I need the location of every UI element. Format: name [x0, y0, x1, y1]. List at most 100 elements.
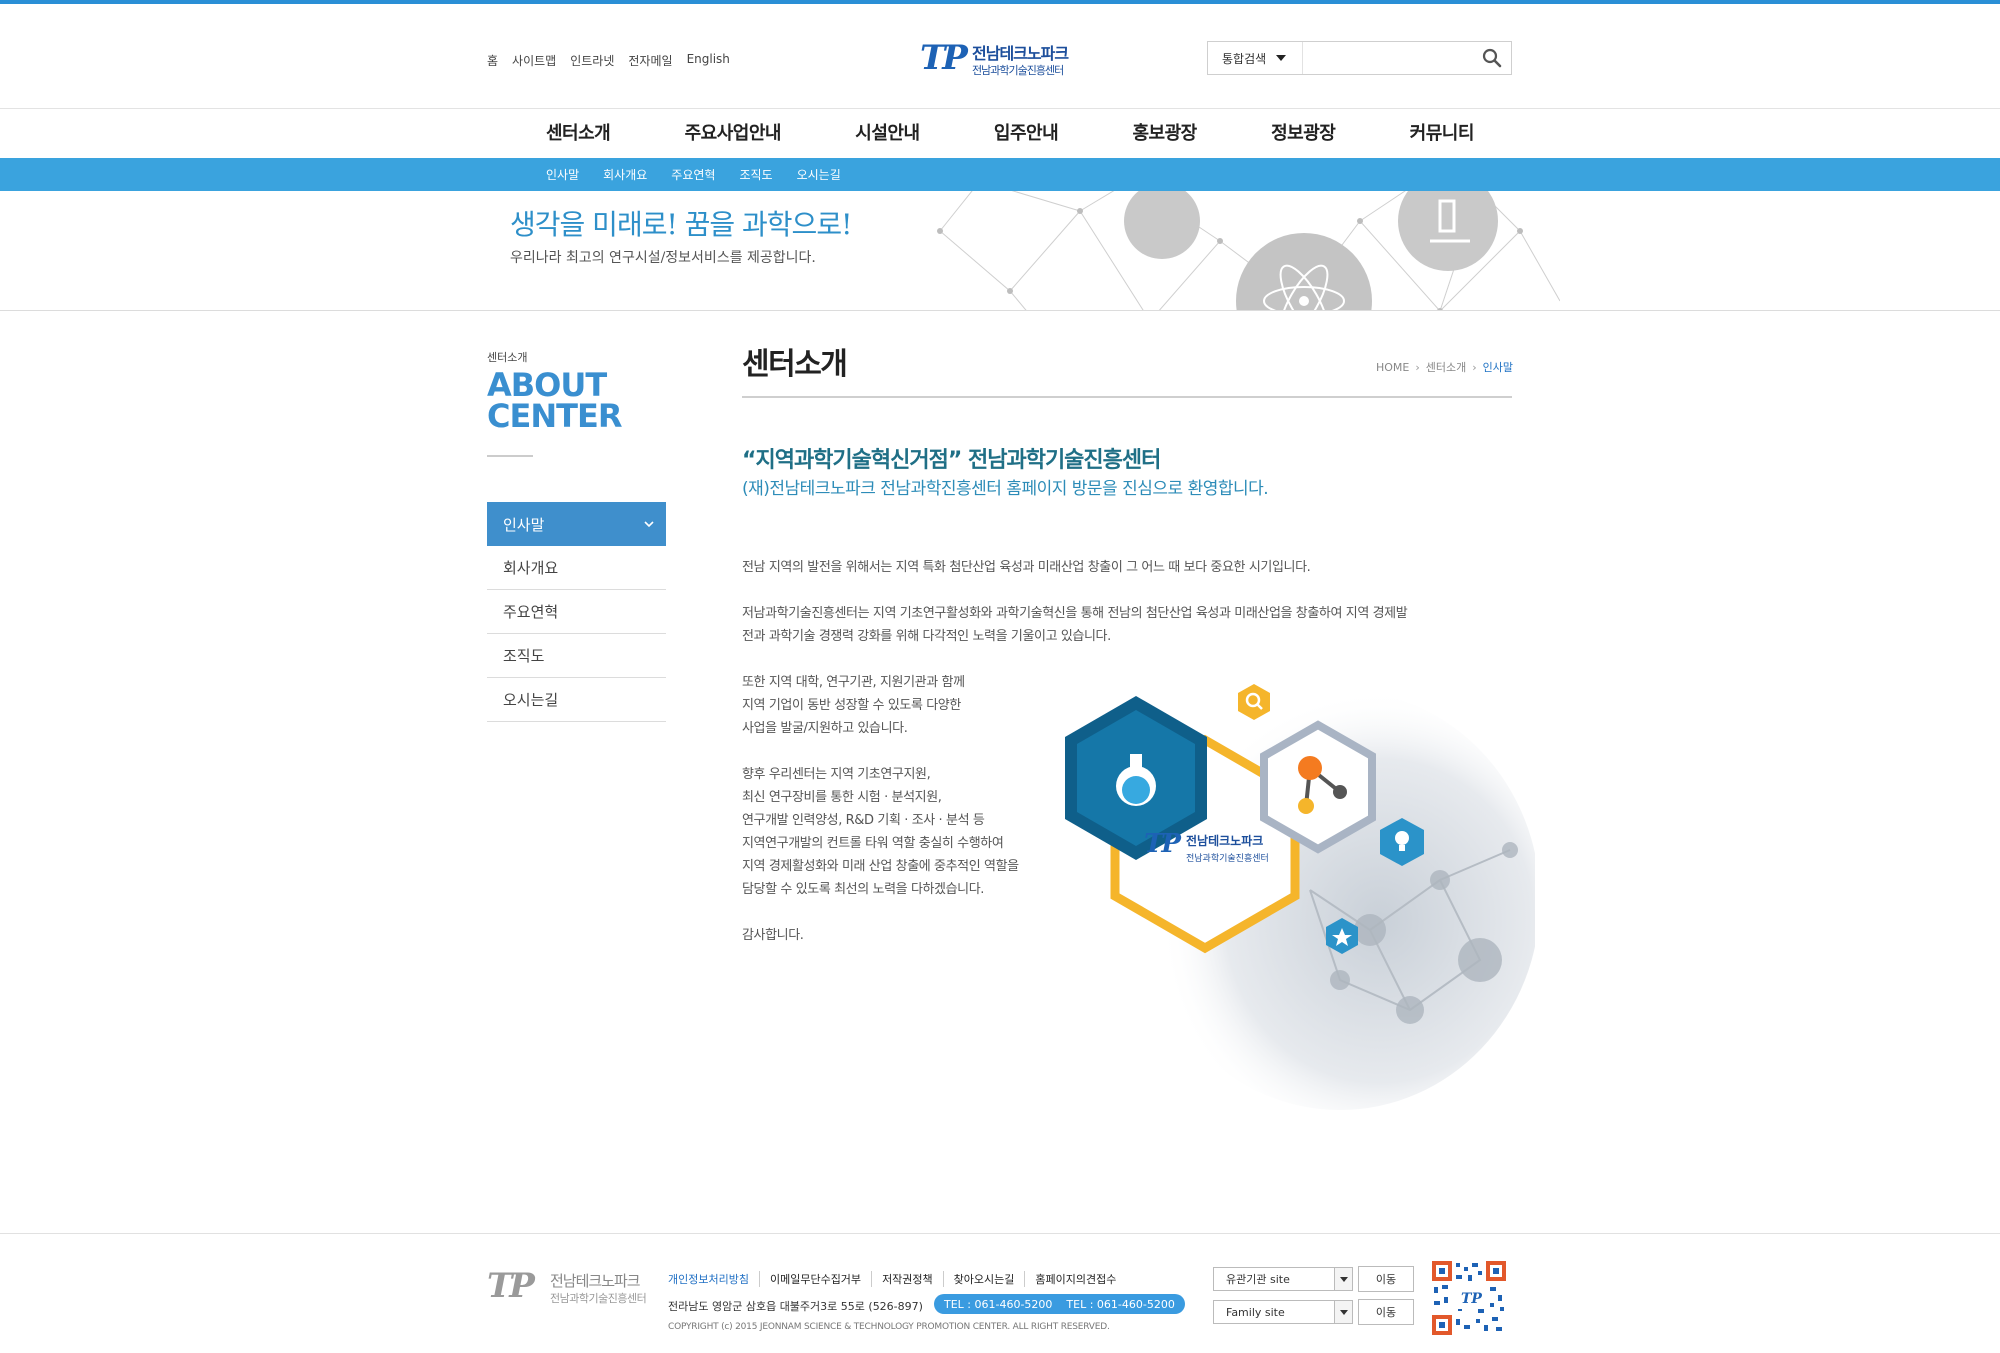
sidebar-item-label: 조직도	[503, 647, 545, 665]
footer-link-privacy[interactable]: 개인정보처리방침	[668, 1271, 759, 1287]
footer-tel-badge: TEL : 061-460-5200 TEL : 061-460-5200	[934, 1294, 1185, 1314]
sidebar-caption: 센터소개	[487, 351, 528, 364]
sidebar-divider	[487, 455, 533, 457]
sidebar-menu: 인사말 회사개요 주요연혁 조직도 오시는길	[487, 502, 666, 722]
footer-address: 전라남도 영암군 삼호읍 대불주거3로 55로 (526-897)	[668, 1300, 923, 1313]
gnb-item-info[interactable]: 정보광장	[1245, 119, 1361, 145]
site-logo[interactable]: TP 전남테크노파크 전남과학기술진흥센터	[920, 38, 1080, 78]
breadcrumb: HOME › 센터소개 › 인사말	[1376, 359, 1513, 375]
gnb-item-community[interactable]: 커뮤니티	[1384, 119, 1500, 145]
sidebar-item-history[interactable]: 주요연혁	[487, 590, 666, 634]
sidebar-title-line2: CENTER	[487, 397, 622, 435]
related-site-select-label: 유관기관 site	[1226, 1273, 1290, 1286]
sidebar-item-label: 주요연혁	[503, 603, 559, 621]
caret-down-icon	[1334, 1268, 1352, 1290]
paragraph-line: 저남과학기술진흥센터는 지역 기초연구활성화와 과학기술혁신을 통해 전남의 첨…	[742, 606, 1408, 621]
gnb-item-business[interactable]: 주요사업안내	[659, 119, 807, 145]
util-email-link[interactable]: 전자메일	[628, 52, 672, 69]
greeting-paragraph: 또한 지역 대학, 연구기관, 지원기관과 함께 지역 기업이 동반 성장할 수…	[742, 671, 1042, 740]
logo-mark: TP	[920, 38, 968, 78]
utility-links: 홈 사이트맵 인트라넷 전자메일 English	[487, 52, 730, 69]
breadcrumb-home[interactable]: HOME	[1376, 361, 1409, 374]
chevron-right-icon: ›	[1472, 360, 1477, 374]
illus-logo-subname: 전남과학기술진흥센터	[1186, 852, 1269, 864]
caret-down-icon	[1276, 55, 1287, 61]
illus-logo-name: 전남테크노파크	[1186, 833, 1263, 848]
illus-logo-mark: TP	[1144, 829, 1182, 859]
svg-text:TP: TP	[1461, 1291, 1482, 1307]
gnb-item-center[interactable]: 센터소개	[520, 119, 636, 145]
breadcrumb-current: 인사말	[1482, 361, 1514, 374]
family-site-select[interactable]: Family site	[1213, 1300, 1353, 1324]
paragraph-line: 감사합니다.	[742, 928, 804, 943]
caret-down-icon	[1334, 1301, 1352, 1323]
footer-copyright: COPYRIGHT (c) 2015 JEONNAM SCIENCE & TEC…	[668, 1322, 1110, 1332]
family-site-select-label: Family site	[1226, 1305, 1285, 1319]
related-site-select[interactable]: 유관기관 site	[1213, 1267, 1353, 1291]
util-english-link[interactable]: English	[687, 52, 730, 69]
footer-logo: TP 전남테크노파크 전남과학기술진흥센터	[487, 1266, 657, 1310]
breadcrumb-section[interactable]: 센터소개	[1426, 359, 1466, 375]
greeting-headline: “지역과학기술혁신거점” 전남과학기술진흥센터	[742, 448, 1161, 473]
visual-subtitle: 우리나라 최고의 연구시설/정보서비스를 제공합니다.	[510, 250, 816, 266]
footer-links: 개인정보처리방침 이메일무단수집거부 저작권정책 찾아오시는길 홈페이지의견접수	[668, 1271, 1126, 1287]
greeting-closing: 감사합니다.	[742, 924, 1042, 947]
top-accent-line	[0, 0, 2000, 4]
footer-logo-name: 전남테크노파크	[550, 1272, 641, 1290]
util-sitemap-link[interactable]: 사이트맵	[512, 52, 556, 69]
util-intranet-link[interactable]: 인트라넷	[570, 52, 614, 69]
sidebar-title: ABOUT CENTER	[487, 369, 622, 435]
lnb-item-directions[interactable]: 오시는길	[797, 166, 841, 183]
search-input[interactable]	[1302, 42, 1474, 74]
hexagon-science-illustration: TP 전남테크노파크 전남과학기술진흥센터	[1065, 684, 1535, 1110]
footer-link-feedback[interactable]: 홈페이지의견접수	[1024, 1271, 1126, 1287]
sidebar-item-organization[interactable]: 조직도	[487, 634, 666, 678]
footer-tel-1: TEL : 061-460-5200	[944, 1297, 1053, 1311]
gnb-item-facility[interactable]: 시설안내	[829, 119, 945, 145]
paragraph-line: 또한 지역 대학, 연구기관, 지원기관과 함께	[742, 675, 965, 690]
logo-name: 전남테크노파크	[972, 44, 1069, 63]
site-footer: TP 전남테크노파크 전남과학기술진흥센터 개인정보처리방침 이메일무단수집거부…	[0, 1233, 2000, 1353]
footer-link-directions[interactable]: 찾아오시는길	[942, 1271, 1025, 1287]
footer-link-email-refusal[interactable]: 이메일무단수집거부	[758, 1271, 871, 1287]
sidebar-item-label: 오시는길	[503, 691, 559, 709]
chevron-down-icon	[644, 521, 654, 528]
main-navigation: 센터소개 주요사업안내 시설안내 입주안내 홍보광장 정보광장 커뮤니티	[0, 108, 2000, 158]
paragraph-line: 전남 지역의 발전을 위해서는 지역 특화 첨단산업 육성과 미래산업 창출이 …	[742, 560, 1311, 575]
related-site-go-button[interactable]: 이동	[1358, 1266, 1414, 1292]
page-title: 센터소개	[742, 347, 848, 382]
sidebar-item-label: 인사말	[503, 515, 545, 534]
family-site-go-button[interactable]: 이동	[1358, 1299, 1414, 1325]
search-icon	[1483, 48, 1502, 68]
lnb-item-greeting[interactable]: 인사말	[546, 166, 579, 183]
lnb-item-history[interactable]: 주요연혁	[671, 166, 715, 183]
lnb-item-organization[interactable]: 조직도	[739, 166, 772, 183]
paragraph-line: 사업을 발굴/지원하고 있습니다.	[742, 721, 908, 736]
sub-navigation-bar: 인사말 회사개요 주요연혁 조직도 오시는길	[0, 158, 2000, 191]
gnb-item-tenancy[interactable]: 입주안내	[968, 119, 1084, 145]
lnb-item-overview[interactable]: 회사개요	[603, 166, 647, 183]
paragraph-line: 지역 기업이 동반 성장할 수 있도록 다양한	[742, 698, 961, 713]
search-scope-select[interactable]: 통합검색	[1208, 42, 1303, 74]
sidebar-item-directions[interactable]: 오시는길	[487, 678, 666, 722]
qr-code-icon: TP	[1432, 1261, 1506, 1335]
footer-link-copyright-policy[interactable]: 저작권정책	[871, 1271, 943, 1287]
sidebar-item-overview[interactable]: 회사개요	[487, 546, 666, 590]
title-divider	[742, 396, 1512, 398]
gnb-item-pr[interactable]: 홍보광장	[1106, 119, 1222, 145]
visual-slogan: 생각을 미래로! 꿈을 과학으로!	[510, 208, 852, 241]
sidebar-item-greeting[interactable]: 인사말	[487, 502, 666, 546]
footer-logo-subname: 전남과학기술진흥센터	[550, 1292, 647, 1305]
science-network-graphic	[937, 191, 1560, 310]
search-scope-label: 통합검색	[1222, 51, 1267, 66]
search-box: 통합검색	[1207, 41, 1512, 75]
chevron-right-icon: ›	[1415, 360, 1420, 374]
sub-visual-banner: 생각을 미래로! 꿈을 과학으로! 우리나라 최고의 연구시설/정보서비스를 제…	[0, 191, 2000, 311]
util-home-link[interactable]: 홈	[487, 52, 498, 69]
greeting-paragraph: 전남 지역의 발전을 위해서는 지역 특화 첨단산업 육성과 미래산업 창출이 …	[742, 556, 1502, 579]
greeting-subheadline: (재)전남테크노파크 전남과학진흥센터 홈페이지 방문을 진심으로 환영합니다.	[742, 479, 1269, 499]
search-button[interactable]	[1474, 42, 1511, 74]
logo-subname: 전남과학기술진흥센터	[972, 64, 1064, 77]
footer-tel-2: TEL : 061-460-5200	[1066, 1297, 1175, 1311]
footer-logo-mark: TP	[487, 1266, 535, 1306]
